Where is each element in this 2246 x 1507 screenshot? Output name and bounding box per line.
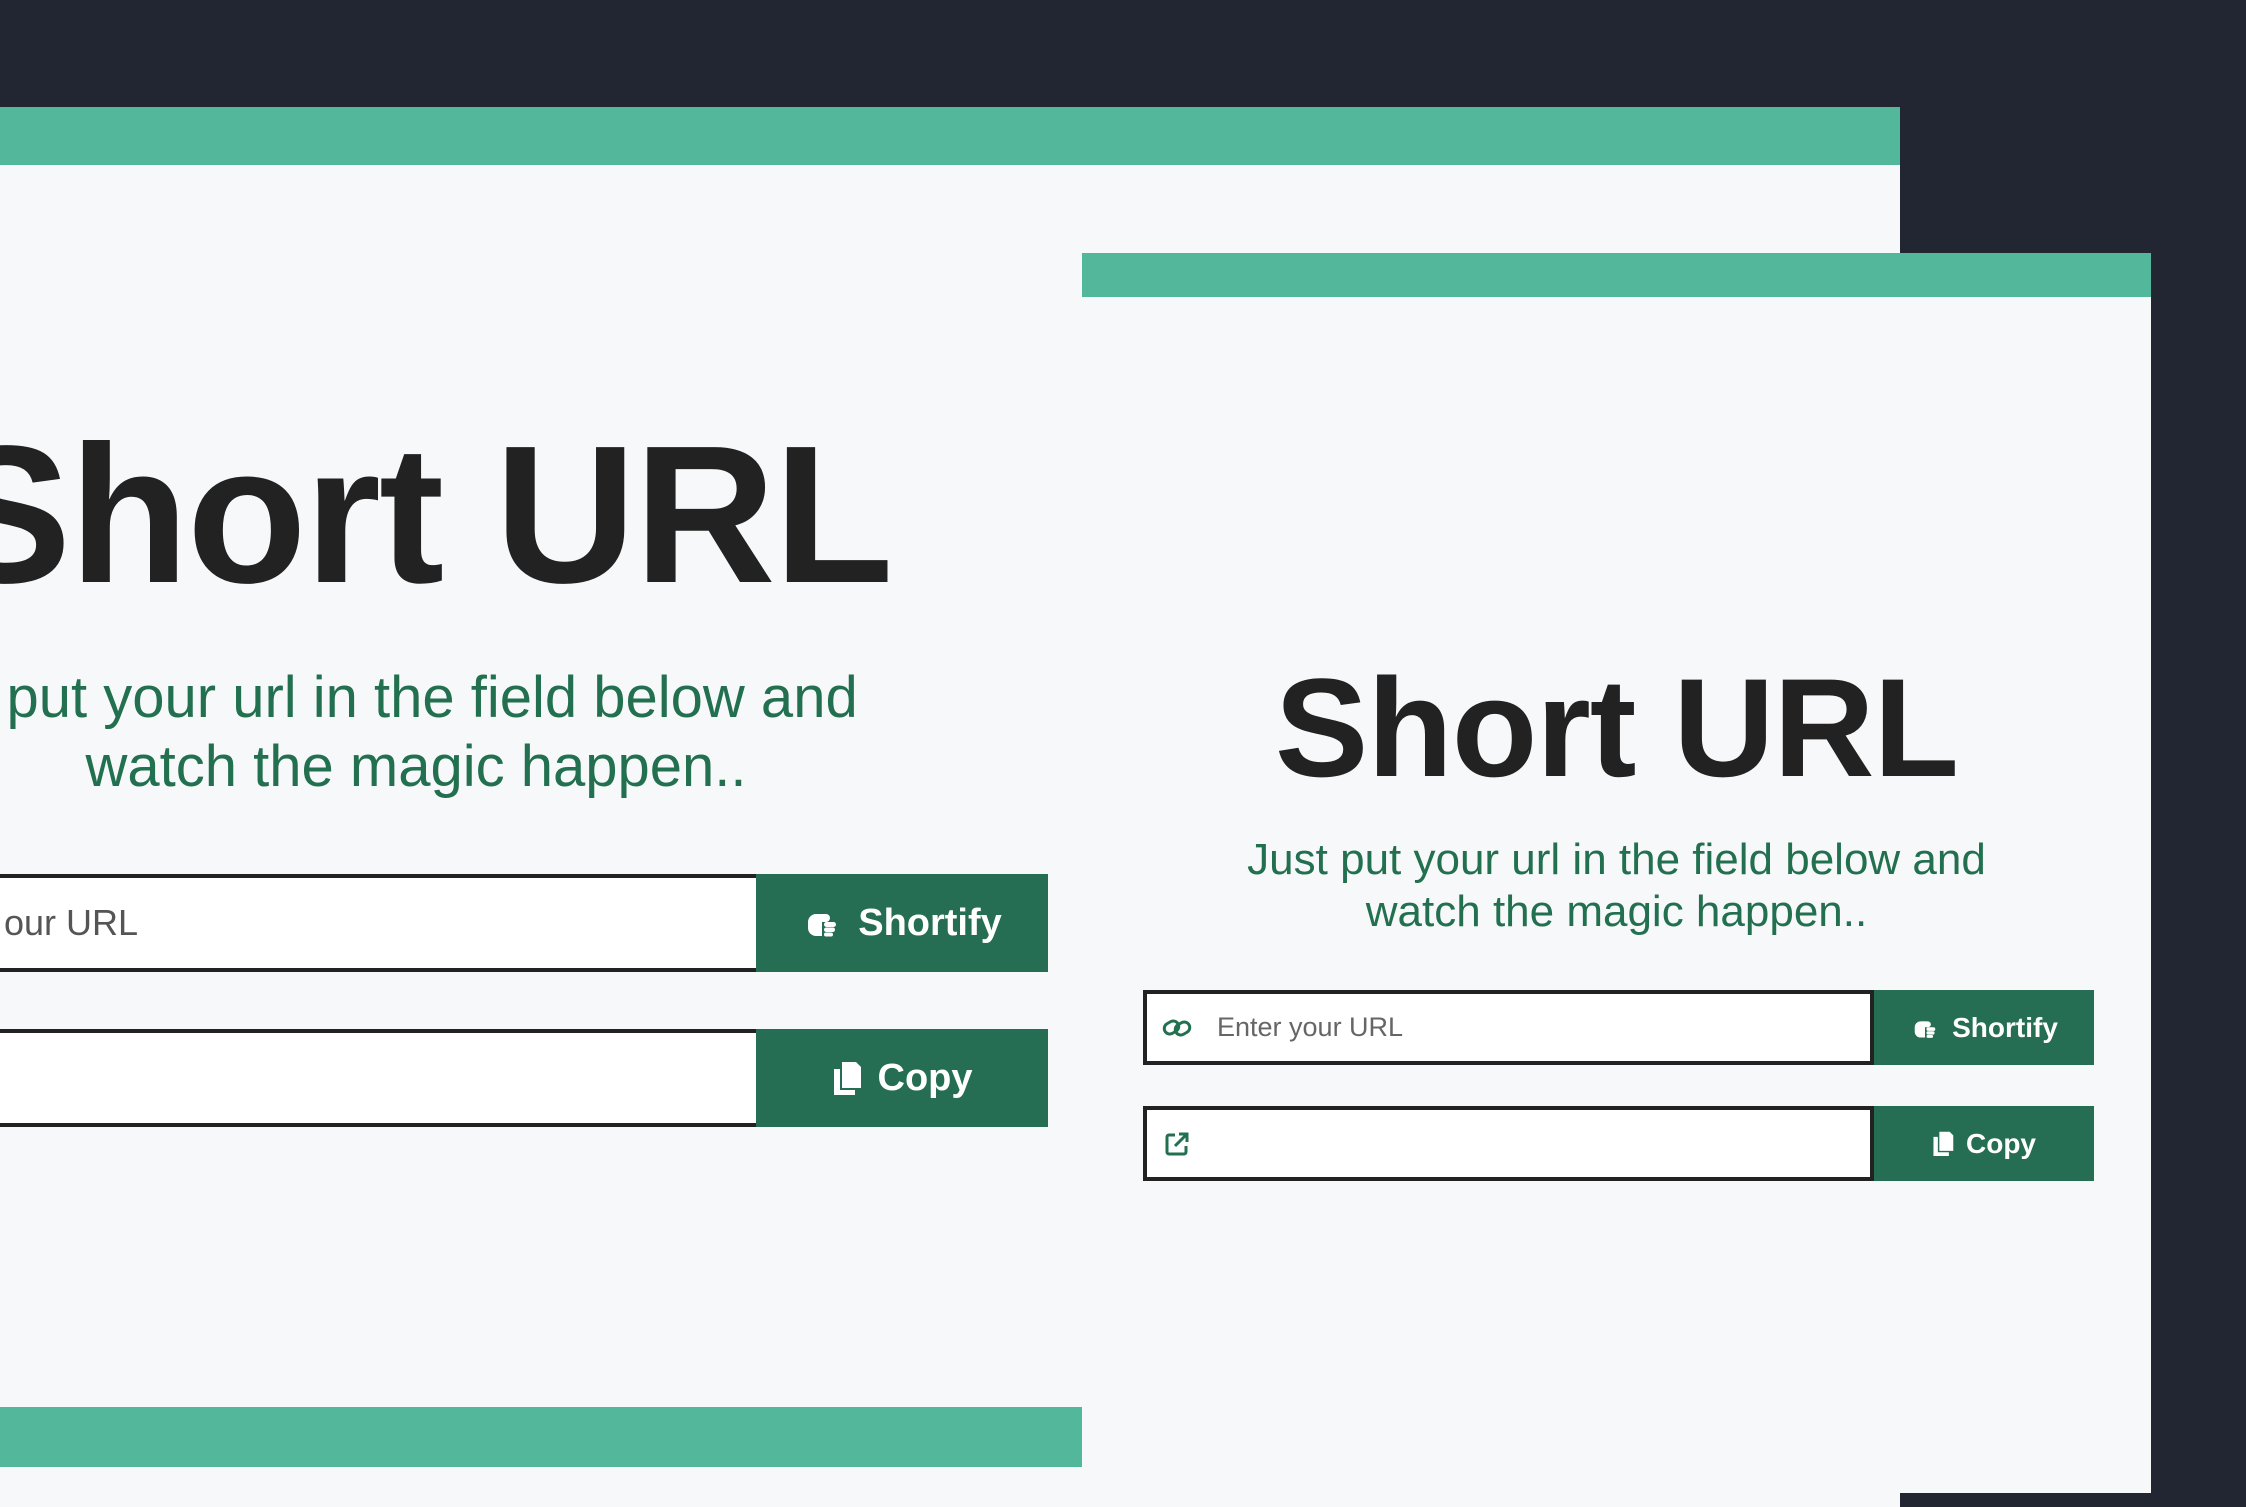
page-subtitle: Just put your url in the field below and…	[1082, 834, 2151, 938]
subtitle-line-1: Just put your url in the field below and	[1247, 835, 1986, 884]
shortify-button[interactable]: Shortify	[756, 874, 1048, 972]
copy-button[interactable]: Copy	[756, 1029, 1048, 1127]
external-link-icon	[1161, 1128, 1193, 1160]
hero-section: Short URL t put your url in the field be…	[0, 417, 1116, 801]
copy-button-label: Copy	[877, 1056, 973, 1099]
hero-section: Short URL Just put your url in the field…	[1082, 658, 2151, 938]
shortify-button-label: Shortify	[1952, 1011, 2058, 1043]
subtitle-line-2: watch the magic happen..	[1365, 887, 1868, 936]
subtitle-line-1: t put your url in the field below and	[0, 665, 858, 730]
copy-icon	[1932, 1130, 1954, 1157]
page-title: Short URL	[0, 405, 894, 624]
page-subtitle: t put your url in the field below and wa…	[0, 663, 1116, 801]
result-input-wrapper	[0, 1029, 760, 1127]
copy-button-label: Copy	[1966, 1127, 2036, 1159]
url-input[interactable]	[0, 878, 756, 968]
link-icon	[1161, 1012, 1193, 1044]
url-input-wrapper	[1143, 990, 1874, 1065]
page-title: Short URL	[1274, 649, 1959, 806]
foreground-window: Short URL Just put your url in the field…	[1082, 253, 2151, 1493]
short-url-output[interactable]	[0, 1033, 756, 1123]
top-accent-bar	[1082, 253, 2151, 297]
copy-button[interactable]: Copy	[1874, 1106, 2094, 1181]
top-accent-bar	[0, 107, 1900, 165]
pointing-hand-icon	[1910, 1017, 1940, 1039]
subtitle-line-2: watch the magic happen..	[85, 734, 747, 799]
bottom-accent-bar	[0, 1407, 1082, 1467]
shortify-button[interactable]: Shortify	[1874, 990, 2094, 1065]
copy-icon	[832, 1060, 862, 1096]
short-url-output[interactable]	[1217, 1110, 1864, 1177]
url-input-wrapper	[0, 874, 760, 972]
shortify-button-label: Shortify	[858, 901, 1002, 944]
url-input[interactable]	[1217, 994, 1864, 1061]
pointing-hand-icon	[802, 908, 842, 938]
result-input-wrapper	[1143, 1106, 1874, 1181]
